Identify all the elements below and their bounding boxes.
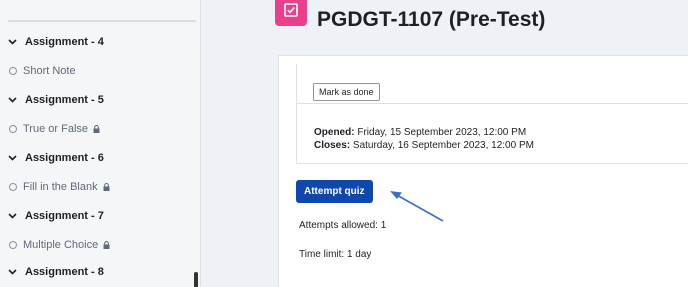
completion-circle-icon [9,183,17,191]
annotation-arrow-icon [390,191,444,222]
quiz-content-card: Mark as done Opened: Friday, 15 Septembe… [278,55,688,287]
lock-icon [103,183,110,191]
page-title: PGDGT-1107 (Pre-Test) [317,8,546,31]
activity-label: True or False [23,123,89,135]
completion-circle-icon [9,241,17,249]
section-label: Assignment - 4 [25,36,104,48]
chevron-down-icon[interactable] [8,211,19,221]
lock-icon [103,241,110,249]
activity-short-note[interactable]: Short Note [8,65,76,77]
chevron-down-icon[interactable] [8,267,19,277]
section-label: Assignment - 6 [25,152,104,164]
section-assignment-6[interactable]: Assignment - 6 [8,152,104,164]
chevron-down-icon[interactable] [8,37,19,47]
activity-info-box: Mark as done Opened: Friday, 15 Septembe… [296,64,688,164]
section-assignment-4[interactable]: Assignment - 4 [8,36,104,48]
closes-value: Saturday, 16 September 2023, 12:00 PM [352,140,534,151]
section-label: Assignment - 8 [25,266,104,278]
activity-label: Fill in the Blank [23,181,98,193]
activity-dates: Opened: Friday, 15 September 2023, 12:00… [314,126,534,152]
attempts-allowed: Attempts allowed: 1 [299,220,387,231]
quiz-icon [275,0,307,26]
activity-multiple-choice[interactable]: Multiple Choice [8,239,110,251]
sidebar-scrollbar-thumb[interactable] [194,272,198,287]
activity-label: Multiple Choice [23,239,99,251]
chevron-down-icon[interactable] [8,153,19,163]
main-content: PGDGT-1107 (Pre-Test) Mark as done Opene… [202,0,688,287]
time-limit: Time limit: 1 day [299,249,372,260]
section-assignment-7[interactable]: Assignment - 7 [8,210,104,222]
activity-true-or-false[interactable]: True or False [8,123,100,135]
opened-value: Friday, 15 September 2023, 12:00 PM [357,127,527,138]
mark-as-done-button[interactable]: Mark as done [313,83,380,101]
section-assignment-5[interactable]: Assignment - 5 [8,94,104,106]
lock-icon [93,125,100,133]
completion-bar: Mark as done [297,64,688,104]
opened-date: Opened: Friday, 15 September 2023, 12:00… [314,126,534,139]
chevron-down-icon[interactable] [8,95,19,105]
opened-label: Opened: [314,127,355,138]
section-assignment-8[interactable]: Assignment - 8 [8,266,104,278]
activity-fill-in-the-blank[interactable]: Fill in the Blank [8,181,110,193]
closes-label: Closes: [314,140,351,151]
course-index-sidebar: Assignment - 4 Short Note Assignment - 5… [0,0,201,287]
closes-date: Closes: Saturday, 16 September 2023, 12:… [314,139,534,152]
completion-circle-icon [9,67,17,75]
completion-circle-icon [9,125,17,133]
sidebar-divider [8,20,196,22]
attempt-quiz-button[interactable]: Attempt quiz [296,180,373,203]
section-label: Assignment - 7 [25,210,104,222]
activity-label: Short Note [23,65,76,77]
section-label: Assignment - 5 [25,94,104,106]
